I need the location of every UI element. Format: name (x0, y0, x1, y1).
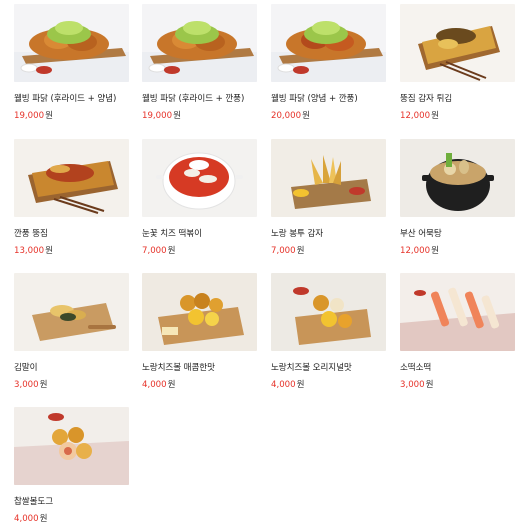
product-image[interactable] (14, 139, 129, 217)
product-image[interactable] (271, 139, 386, 217)
product-price: 12,000원 (400, 245, 516, 257)
product-grid: 웰빙 파닭 (후라이드 + 양념) 19,000원 웰빙 파닭 (후라이드 + … (0, 0, 529, 530)
product-price: 3,000원 (14, 379, 130, 391)
product-card[interactable]: 김말이 3,000원 (14, 273, 130, 391)
fried-chicken-image (14, 4, 129, 82)
spicy-fries-image (14, 139, 129, 217)
product-card[interactable]: 소떡소떡 3,000원 (400, 273, 516, 391)
gimmari-image (14, 273, 129, 351)
product-price: 12,000원 (400, 110, 516, 122)
product-card[interactable]: 노랑치즈볼 오리지널맛 4,000원 (271, 273, 387, 391)
product-image[interactable] (14, 407, 129, 485)
product-name: 눈꽃 치즈 떡볶이 (142, 229, 202, 239)
currency-unit: 원 (45, 111, 53, 121)
product-name: 소떡소떡 (400, 363, 432, 373)
product-card[interactable]: 노랑치즈볼 매콤한맛 4,000원 (142, 273, 258, 391)
product-name: 노랑치즈볼 오리지널맛 (271, 363, 352, 373)
product-image[interactable] (271, 273, 386, 351)
product-price: 4,000원 (14, 513, 130, 525)
product-name: 노랑치즈볼 매콤한맛 (142, 363, 215, 373)
product-name: 웰빙 파닭 (후라이드 + 깐풍) (142, 94, 245, 104)
product-image[interactable] (14, 4, 129, 82)
product-name: 부산 어묵탕 (400, 229, 442, 239)
product-price: 20,000원 (271, 110, 387, 122)
price-value: 7,000 (142, 246, 167, 256)
price-value: 19,000 (142, 111, 173, 121)
product-price: 7,000원 (271, 245, 387, 257)
currency-unit: 원 (173, 111, 181, 121)
price-value: 12,000 (400, 111, 431, 121)
fried-chicken-image (142, 4, 257, 82)
currency-unit: 원 (39, 514, 48, 524)
price-value: 4,000 (271, 380, 296, 390)
price-value: 3,000 (14, 380, 39, 390)
price-value: 20,000 (271, 111, 302, 121)
product-price: 19,000원 (14, 110, 130, 122)
currency-unit: 원 (431, 111, 439, 121)
price-value: 4,000 (14, 514, 39, 524)
product-image[interactable] (400, 4, 515, 82)
product-card[interactable]: 웰빙 파닭 (후라이드 + 양념) 19,000원 (14, 4, 130, 122)
product-price: 4,000원 (271, 379, 387, 391)
fishcake-soup-image (400, 139, 515, 217)
product-card[interactable]: 노랑 봉투 감자 7,000원 (271, 139, 387, 257)
product-image[interactable] (400, 139, 515, 217)
fried-chicken-image (271, 4, 386, 82)
price-value: 19,000 (14, 111, 45, 121)
currency-unit: 원 (431, 246, 439, 256)
product-name: 김말이 (14, 363, 38, 373)
product-name: 노랑 봉투 감자 (271, 229, 324, 239)
currency-unit: 원 (167, 246, 176, 256)
currency-unit: 원 (302, 111, 310, 121)
product-name: 뚱짐 감자 튀김 (400, 94, 453, 104)
currency-unit: 원 (167, 380, 176, 390)
product-image[interactable] (400, 273, 515, 351)
currency-unit: 원 (45, 246, 53, 256)
product-image[interactable] (14, 273, 129, 351)
product-price: 13,000원 (14, 245, 130, 257)
currency-unit: 원 (296, 246, 305, 256)
price-value: 12,000 (400, 246, 431, 256)
product-image[interactable] (142, 273, 257, 351)
product-card[interactable]: 찹쌀볼도그 4,000원 (14, 407, 130, 525)
cheeseball-original-image (271, 273, 386, 351)
cheeseball-spicy-image (142, 273, 257, 351)
potato-wedges-image (271, 139, 386, 217)
product-card[interactable]: 부산 어묵탕 12,000원 (400, 139, 516, 257)
currency-unit: 원 (39, 380, 48, 390)
product-price: 4,000원 (142, 379, 258, 391)
product-image[interactable] (142, 4, 257, 82)
tteokbokki-image (142, 139, 257, 217)
product-price: 3,000원 (400, 379, 516, 391)
product-name: 찹쌀볼도그 (14, 497, 54, 507)
product-name: 깐풍 뚱짐 (14, 229, 48, 239)
rice-ball-dog-image (14, 407, 129, 485)
currency-unit: 원 (425, 380, 434, 390)
price-value: 13,000 (14, 246, 45, 256)
potato-fries-image (400, 4, 515, 82)
product-card[interactable]: 깐풍 뚱짐 13,000원 (14, 139, 130, 257)
product-price: 7,000원 (142, 245, 258, 257)
product-card[interactable]: 웰빙 파닭 (양념 + 깐풍) 20,000원 (271, 4, 387, 122)
product-image[interactable] (271, 4, 386, 82)
product-card[interactable]: 눈꽃 치즈 떡볶이 7,000원 (142, 139, 258, 257)
product-card[interactable]: 웰빙 파닭 (후라이드 + 깐풍) 19,000원 (142, 4, 258, 122)
price-value: 7,000 (271, 246, 296, 256)
product-card[interactable]: 뚱짐 감자 튀김 12,000원 (400, 4, 516, 122)
product-price: 19,000원 (142, 110, 258, 122)
product-image[interactable] (142, 139, 257, 217)
currency-unit: 원 (296, 380, 305, 390)
price-value: 4,000 (142, 380, 167, 390)
product-name: 웰빙 파닭 (양념 + 깐풍) (271, 94, 358, 104)
product-name: 웰빙 파닭 (후라이드 + 양념) (14, 94, 117, 104)
price-value: 3,000 (400, 380, 425, 390)
sotteok-image (400, 273, 515, 351)
